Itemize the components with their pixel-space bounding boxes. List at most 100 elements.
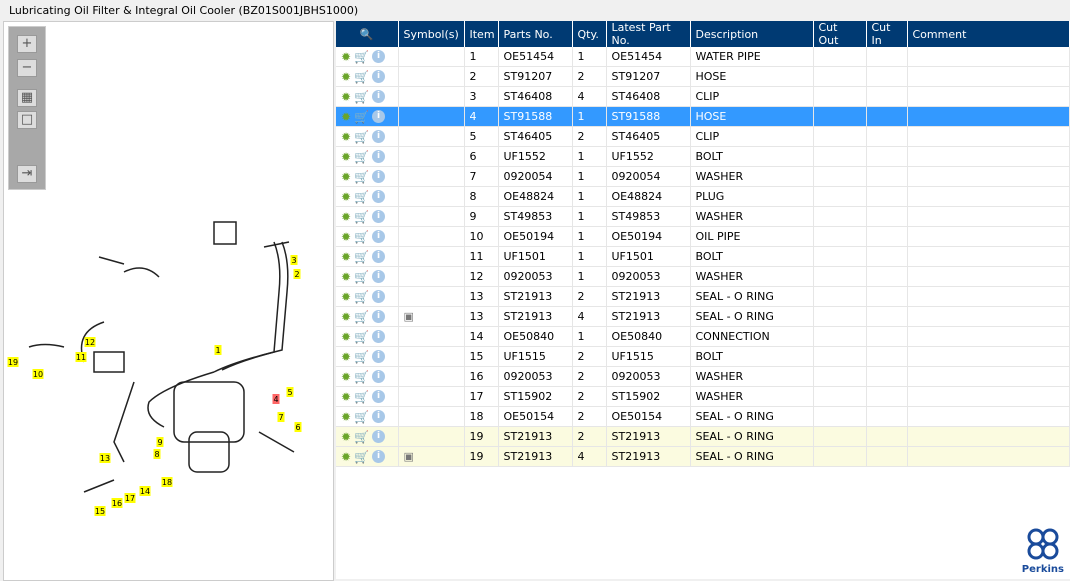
info-icon[interactable]: i (372, 70, 386, 83)
info-icon[interactable]: i (372, 330, 386, 343)
gear-icon[interactable]: ✹ (341, 410, 351, 424)
info-icon[interactable]: i (372, 390, 386, 403)
callout-10[interactable]: 10 (32, 369, 44, 379)
view-symbol-icon[interactable]: ▣ (404, 450, 414, 463)
gear-icon[interactable]: ✹ (341, 390, 351, 404)
callout-17[interactable]: 17 (124, 493, 136, 503)
callout-8[interactable]: 8 (153, 449, 161, 459)
callout-6[interactable]: 6 (294, 422, 302, 432)
table-row[interactable]: ✹ 🛒 i 10 OE50194 1 OE50194 OIL PIPE (336, 226, 1070, 247)
gear-icon[interactable]: ✹ (341, 310, 351, 324)
table-row[interactable]: ✹ 🛒 i 6 UF1552 1 UF1552 BOLT (336, 146, 1070, 167)
gear-icon[interactable]: ✹ (341, 250, 351, 264)
cart-icon[interactable]: 🛒 (354, 70, 369, 84)
gear-icon[interactable]: ✹ (341, 290, 351, 304)
callout-3[interactable]: 3 (290, 255, 298, 265)
view-symbol-icon[interactable]: ▣ (404, 310, 414, 323)
table-row[interactable]: ✹ 🛒 i ▣ 13 ST21913 4 ST21913 SEAL - O RING (336, 306, 1070, 327)
info-icon[interactable]: i (372, 50, 386, 63)
cart-icon[interactable]: 🛒 (354, 150, 369, 164)
cart-icon[interactable]: 🛒 (354, 190, 369, 204)
table-row[interactable]: ✹ 🛒 i 3 ST46408 4 ST46408 CLIP (336, 86, 1070, 107)
column-header[interactable]: Qty. (572, 21, 607, 47)
info-icon[interactable]: i (372, 290, 386, 303)
info-icon[interactable]: i (372, 90, 386, 103)
zoom-out-button[interactable]: − (17, 59, 37, 77)
info-icon[interactable]: i (372, 150, 386, 163)
info-icon[interactable]: i (372, 370, 386, 383)
callout-14[interactable]: 14 (139, 486, 151, 496)
parts-table[interactable]: 🔍 Symbol(s) Item Parts No. Qty. Latest Part N… (336, 21, 1070, 579)
table-row[interactable]: ✹ 🛒 i ▣ 19 ST21913 4 ST21913 SEAL - O RING (336, 446, 1070, 467)
callout-12[interactable]: 12 (84, 337, 96, 347)
info-icon[interactable]: i (372, 430, 386, 443)
callout-2[interactable]: 2 (293, 269, 301, 279)
cart-icon[interactable]: 🛒 (354, 250, 369, 264)
column-header[interactable]: Item (464, 21, 499, 47)
info-icon[interactable]: i (372, 350, 386, 363)
column-header[interactable]: Latest Part No. (606, 21, 691, 47)
column-header[interactable]: Comment (907, 21, 1070, 47)
gear-icon[interactable]: ✹ (341, 130, 351, 144)
cart-icon[interactable]: 🛒 (354, 370, 369, 384)
gear-icon[interactable]: ✹ (341, 70, 351, 84)
cart-icon[interactable]: 🛒 (354, 210, 369, 224)
cart-icon[interactable]: 🛒 (354, 170, 369, 184)
zoom-in-button[interactable]: + (17, 35, 37, 53)
callout-15[interactable]: 15 (94, 506, 106, 516)
column-header[interactable]: Symbol(s) (398, 21, 465, 47)
info-icon[interactable]: i (372, 230, 386, 243)
table-row[interactable]: ✹ 🛒 i 7 0920054 1 0920054 WASHER (336, 166, 1070, 187)
gear-icon[interactable]: ✹ (341, 330, 351, 344)
fit-view-button[interactable]: ▦ (17, 89, 37, 107)
gear-icon[interactable]: ✹ (341, 370, 351, 384)
cart-icon[interactable]: 🛒 (354, 390, 369, 404)
callout-18[interactable]: 18 (161, 477, 173, 487)
cart-icon[interactable]: 🛒 (354, 270, 369, 284)
gear-icon[interactable]: ✹ (341, 450, 351, 464)
info-icon[interactable]: i (372, 210, 386, 223)
column-header[interactable]: Cut Out (813, 21, 867, 47)
info-icon[interactable]: i (372, 110, 386, 123)
column-header-actions[interactable]: 🔍 (336, 21, 399, 47)
table-row[interactable]: ✹ 🛒 i 12 0920053 1 0920053 WASHER (336, 266, 1070, 287)
callout-7[interactable]: 7 (277, 412, 285, 422)
cart-icon[interactable]: 🛒 (354, 450, 369, 464)
cart-icon[interactable]: 🛒 (354, 350, 369, 364)
table-row[interactable]: ✹ 🛒 i 17 ST15902 2 ST15902 WASHER (336, 386, 1070, 407)
cart-icon[interactable]: 🛒 (354, 230, 369, 244)
cart-icon[interactable]: 🛒 (354, 90, 369, 104)
column-header[interactable]: Cut In (866, 21, 908, 47)
cart-icon[interactable]: 🛒 (354, 330, 369, 344)
table-row[interactable]: ✹ 🛒 i 18 OE50154 2 OE50154 SEAL - O RING (336, 406, 1070, 427)
gear-icon[interactable]: ✹ (341, 430, 351, 444)
callout-1[interactable]: 1 (214, 345, 222, 355)
export-button[interactable]: ⇥ (17, 165, 37, 183)
gear-icon[interactable]: ✹ (341, 90, 351, 104)
callout-19[interactable]: 19 (7, 357, 19, 367)
callout-9[interactable]: 9 (156, 437, 164, 447)
cart-icon[interactable]: 🛒 (354, 130, 369, 144)
table-row[interactable]: ✹ 🛒 i 15 UF1515 2 UF1515 BOLT (336, 346, 1070, 367)
gear-icon[interactable]: ✹ (341, 50, 351, 64)
cart-icon[interactable]: 🛒 (354, 310, 369, 324)
table-row[interactable]: ✹ 🛒 i 4 ST91588 1 ST91588 HOSE (336, 106, 1070, 127)
info-icon[interactable]: i (372, 190, 386, 203)
cart-icon[interactable]: 🛒 (354, 110, 369, 124)
diagram-panel[interactable]: + − ▦ □ ⇥ 3 2 1 12 11 19 10 4 5 7 6 9 8 13 18 14 17 16 15 (3, 21, 334, 581)
gear-icon[interactable]: ✹ (341, 270, 351, 284)
gear-icon[interactable]: ✹ (341, 150, 351, 164)
table-row[interactable]: ✹ 🛒 i 5 ST46405 2 ST46405 CLIP (336, 126, 1070, 147)
info-icon[interactable]: i (372, 250, 386, 263)
callout-5[interactable]: 5 (286, 387, 294, 397)
info-icon[interactable]: i (372, 450, 386, 463)
gear-icon[interactable]: ✹ (341, 190, 351, 204)
gear-icon[interactable]: ✹ (341, 110, 351, 124)
info-icon[interactable]: i (372, 130, 386, 143)
table-row[interactable]: ✹ 🛒 i 8 OE48824 1 OE48824 PLUG (336, 186, 1070, 207)
table-row[interactable]: ✹ 🛒 i 9 ST49853 1 ST49853 WASHER (336, 206, 1070, 227)
table-row[interactable]: ✹ 🛒 i 11 UF1501 1 UF1501 BOLT (336, 246, 1070, 267)
gear-icon[interactable]: ✹ (341, 210, 351, 224)
actual-size-button[interactable]: □ (17, 111, 37, 129)
cart-icon[interactable]: 🛒 (354, 410, 369, 424)
